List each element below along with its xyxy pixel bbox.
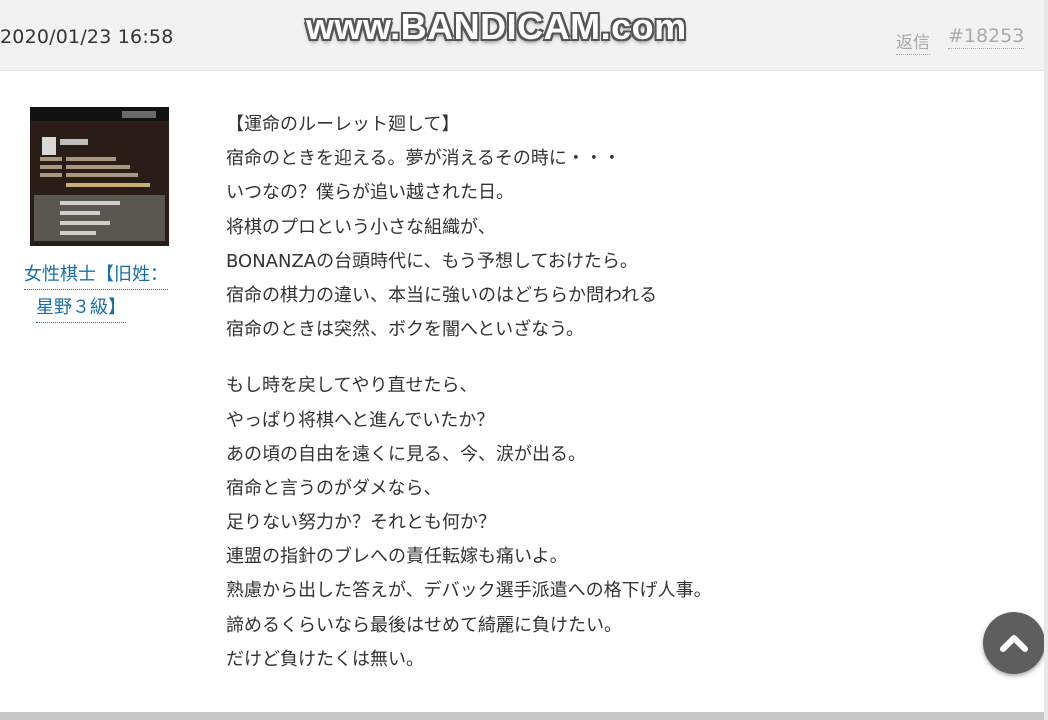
poem-line: 足りない努力か？それとも何か？ (226, 512, 496, 534)
avatar-title-line (60, 139, 88, 145)
poem-line: あの頃の自由を遠くに見る、今、涙が出る。 (226, 443, 586, 465)
avatar-line (66, 165, 130, 169)
avatar-tab (122, 111, 156, 118)
user-name-line2[interactable]: 星野３級】 (36, 294, 126, 323)
poem-line: 宿命のときは突然、ボクを闇へといざなう。 (226, 319, 585, 341)
poem-line: 熟慮から出した答えが、デバック選手派遣への格下げ人事。 (226, 580, 712, 602)
poem-line: 宿命と言うのがダメなら、 (226, 477, 442, 499)
reply-link[interactable]: 返信 (896, 28, 930, 55)
scroll-top-button[interactable] (983, 612, 1045, 674)
post-header: 2020/01/23 16:58 www.BANDICAM.com 返信 #18… (0, 0, 1044, 71)
bottom-divider (0, 712, 1044, 720)
watermark: www.BANDICAM.com (306, 6, 687, 47)
poem-line: 将棋のプロという小さな組織が、 (226, 216, 496, 238)
avatar-row (60, 211, 100, 215)
avatar-line (40, 157, 62, 161)
avatar-line (66, 183, 150, 187)
poem-line: もし時を戻してやり直せたら、 (226, 375, 478, 397)
poem-line: 宿命の棋力の違い、本当に強いのはどちらか問われる (226, 284, 658, 306)
poem-line: BONANZAの台頭時代に、もう予想しておけたら。 (226, 250, 638, 272)
avatar-row (60, 201, 120, 205)
poem-line: やっぱり将棋へと進んでいたか？ (226, 409, 495, 431)
user-name-link[interactable]: 女性棋士【旧姓： 星野３級】 (24, 258, 194, 324)
post-body: 【運命のルーレット廻して】 宿命のときを迎える。夢が消えるその時に・・・ いつな… (226, 108, 946, 677)
post-number-link[interactable]: #18253 (948, 25, 1025, 49)
avatar[interactable] (30, 107, 169, 246)
poem-line: 諦めるくらいなら最後はせめて綺麗に負けたい。 (226, 614, 622, 636)
avatar-row (60, 221, 110, 225)
user-name-line1[interactable]: 女性棋士【旧姓： (24, 261, 168, 290)
window-right-edge (1044, 0, 1048, 720)
avatar-line (40, 165, 62, 169)
poem-line: だけど負けたくは無い。 (226, 648, 424, 670)
avatar-line (66, 173, 138, 177)
avatar-line (66, 157, 116, 161)
stanza-2: もし時を戻してやり直せたら、 やっぱり将棋へと進んでいたか？ あの頃の自由を遠く… (226, 369, 946, 677)
poem-line: いつなの？僕らが追い越された日。 (226, 182, 514, 204)
stanza-1: 【運命のルーレット廻して】 宿命のときを迎える。夢が消えるその時に・・・ いつな… (226, 108, 946, 347)
avatar-line (40, 173, 62, 177)
avatar-row (60, 231, 96, 235)
chevron-up-icon (1000, 635, 1028, 652)
poem-line: 【運命のルーレット廻して】 (226, 114, 460, 135)
poem-line: 宿命のときを迎える。夢が消えるその時に・・・ (226, 148, 621, 170)
post-date: 2020/01/23 16:58 (0, 26, 174, 48)
avatar-badge (42, 137, 56, 155)
poem-line: 連盟の指針のブレへの責任転嫁も痛いよ。 (226, 546, 568, 568)
